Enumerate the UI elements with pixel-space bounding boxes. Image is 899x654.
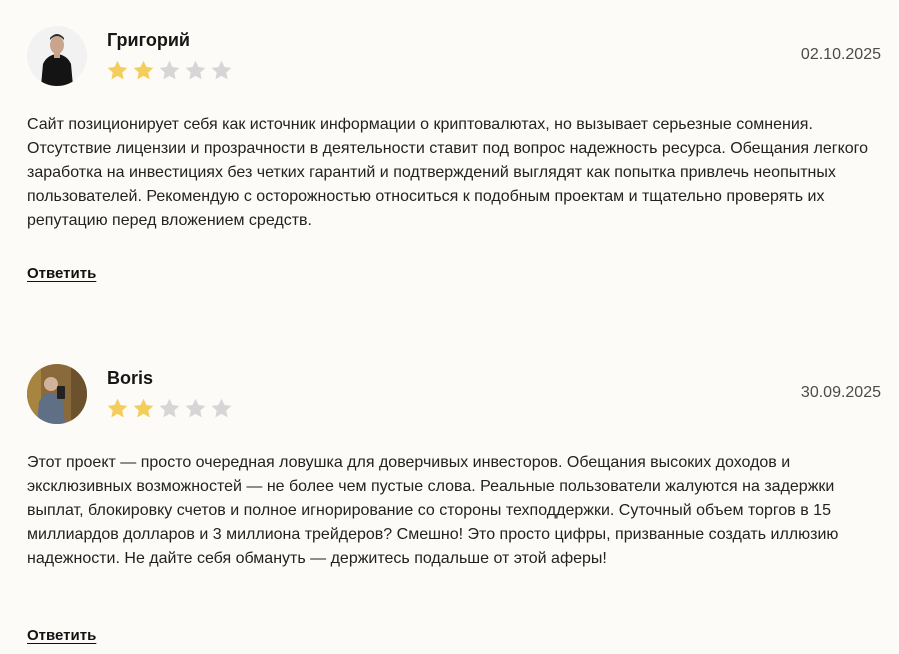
star-empty-icon [159,398,180,418]
star-empty-icon [185,60,206,80]
review-date: 02.10.2025 [800,46,881,63]
avatar [27,26,87,86]
star-filled-icon [133,60,154,80]
star-empty-icon [185,398,206,418]
star-empty-icon [159,60,180,80]
star-filled-icon [133,398,154,418]
review-date: 30.09.2025 [800,384,881,401]
star-empty-icon [211,398,232,418]
rating-stars [106,59,233,82]
avatar [27,364,87,424]
review-text: Этот проект — просто очередная ловушка д… [27,454,839,567]
star-empty-icon [211,60,232,80]
reply-link[interactable]: Ответить [27,265,96,282]
review-author: Boris [107,368,154,388]
star-filled-icon [107,60,128,80]
review-text: Сайт позиционирует себя как источник инф… [27,116,869,229]
review-author: Григорий [107,30,190,50]
star-filled-icon [107,398,128,418]
rating-stars [106,397,233,420]
reply-link[interactable]: Ответить [27,627,96,644]
